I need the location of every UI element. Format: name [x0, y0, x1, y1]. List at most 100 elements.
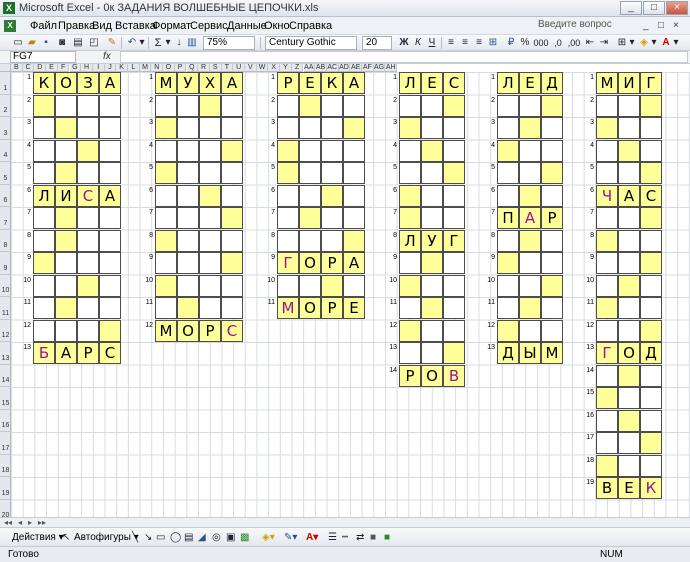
thousands-button[interactable]: 000	[533, 37, 549, 49]
empty-cell[interactable]	[55, 94, 77, 117]
letter-cell[interactable]: Р	[321, 297, 343, 319]
empty-cell[interactable]	[541, 139, 563, 162]
dash-style-icon[interactable]: ┅	[342, 532, 348, 543]
column-header[interactable]: AA	[303, 64, 316, 72]
empty-cell[interactable]	[177, 229, 199, 252]
empty-cell[interactable]	[443, 252, 465, 274]
empty-cell[interactable]	[199, 162, 221, 184]
empty-cell[interactable]	[321, 229, 343, 252]
empty-cell[interactable]	[618, 364, 640, 387]
empty-cell[interactable]	[640, 364, 662, 387]
last-sheet-icon[interactable]: ▸▸	[38, 518, 46, 527]
column-header[interactable]: AF	[362, 64, 374, 72]
column-header[interactable]: E	[46, 64, 58, 72]
empty-cell[interactable]	[443, 94, 465, 117]
empty-cell[interactable]	[443, 184, 465, 207]
draw-font-color-icon[interactable]: A▾	[306, 532, 318, 543]
row-header[interactable]: 14	[0, 364, 11, 387]
empty-cell[interactable]	[321, 94, 343, 117]
empty-cell[interactable]	[421, 94, 443, 117]
empty-cell[interactable]	[596, 297, 618, 319]
letter-cell[interactable]: Л	[497, 72, 519, 94]
empty-cell[interactable]	[421, 319, 443, 342]
row-header[interactable]: 8	[0, 229, 11, 252]
workbook-icon[interactable]: X	[4, 20, 16, 32]
letter-cell[interactable]: О	[55, 72, 77, 94]
empty-cell[interactable]	[640, 117, 662, 139]
empty-cell[interactable]	[99, 162, 121, 184]
letter-cell[interactable]: А	[221, 72, 243, 94]
letter-cell[interactable]: Р	[199, 319, 221, 342]
letter-cell[interactable]: У	[177, 72, 199, 94]
letter-cell[interactable]: Р	[399, 364, 421, 387]
empty-cell[interactable]	[618, 207, 640, 229]
new-icon[interactable]: ▭	[12, 37, 24, 49]
empty-cell[interactable]	[99, 297, 121, 319]
empty-cell[interactable]	[399, 274, 421, 297]
letter-cell[interactable]: Р	[541, 207, 563, 229]
empty-cell[interactable]	[618, 94, 640, 117]
empty-cell[interactable]	[221, 207, 243, 229]
fill-color-dropdown-icon[interactable]: ▾	[650, 37, 658, 49]
empty-cell[interactable]	[99, 207, 121, 229]
empty-cell[interactable]	[519, 319, 541, 342]
font-color-icon[interactable]: A	[660, 37, 672, 49]
empty-cell[interactable]	[33, 139, 55, 162]
empty-cell[interactable]	[155, 252, 177, 274]
empty-cell[interactable]	[596, 139, 618, 162]
empty-cell[interactable]	[155, 94, 177, 117]
column-header[interactable]: AE	[350, 64, 362, 72]
empty-cell[interactable]	[618, 432, 640, 454]
empty-cell[interactable]	[33, 229, 55, 252]
empty-cell[interactable]	[155, 162, 177, 184]
letter-cell[interactable]: Г	[443, 229, 465, 252]
letter-cell[interactable]: М	[155, 319, 177, 342]
open-icon[interactable]: ▰	[26, 37, 38, 49]
letter-cell[interactable]: Р	[321, 252, 343, 274]
row-header[interactable]: 2	[0, 94, 11, 117]
menu-edit[interactable]: Правка	[58, 20, 95, 32]
letter-cell[interactable]: А	[55, 342, 77, 364]
empty-cell[interactable]	[277, 274, 299, 297]
empty-cell[interactable]	[321, 274, 343, 297]
empty-cell[interactable]	[155, 117, 177, 139]
column-header[interactable]: T	[221, 64, 234, 72]
underline-button[interactable]: Ч	[426, 37, 438, 49]
column-header[interactable]: AB	[315, 64, 327, 72]
column-header[interactable]: AC	[326, 64, 339, 72]
picture-icon[interactable]: ▩	[240, 532, 249, 543]
empty-cell[interactable]	[596, 274, 618, 297]
empty-cell[interactable]	[177, 139, 199, 162]
row-header[interactable]: 3	[0, 117, 11, 140]
textbox-icon[interactable]: ▤	[184, 532, 193, 543]
empty-cell[interactable]	[33, 94, 55, 117]
letter-cell[interactable]: Е	[299, 72, 321, 94]
empty-cell[interactable]	[421, 117, 443, 139]
column-header[interactable]: N	[151, 64, 164, 72]
empty-cell[interactable]	[199, 117, 221, 139]
menu-view[interactable]: Вид	[92, 20, 112, 32]
empty-cell[interactable]	[541, 319, 563, 342]
letter-cell[interactable]: М	[596, 72, 618, 94]
draw-actions-menu[interactable]: Действия ▾	[12, 532, 64, 543]
menu-data[interactable]: Данные	[227, 20, 267, 32]
empty-cell[interactable]	[55, 117, 77, 139]
letter-cell[interactable]: О	[421, 364, 443, 387]
autosum-icon[interactable]: Σ	[152, 37, 164, 49]
empty-cell[interactable]	[99, 94, 121, 117]
empty-cell[interactable]	[155, 184, 177, 207]
percent-button[interactable]: %	[519, 37, 531, 49]
empty-cell[interactable]	[221, 252, 243, 274]
empty-cell[interactable]	[497, 139, 519, 162]
letter-cell[interactable]: Р	[277, 72, 299, 94]
empty-cell[interactable]	[399, 117, 421, 139]
letter-cell[interactable]: С	[99, 342, 121, 364]
next-sheet-icon[interactable]: ▸	[28, 518, 32, 527]
column-header[interactable]: B	[11, 64, 23, 72]
select-all-corner[interactable]	[0, 64, 11, 72]
close-button[interactable]: ×	[666, 1, 688, 15]
empty-cell[interactable]	[443, 274, 465, 297]
column-header[interactable]: P	[174, 64, 187, 72]
empty-cell[interactable]	[596, 117, 618, 139]
rectangle-icon[interactable]: ▭	[156, 532, 165, 543]
